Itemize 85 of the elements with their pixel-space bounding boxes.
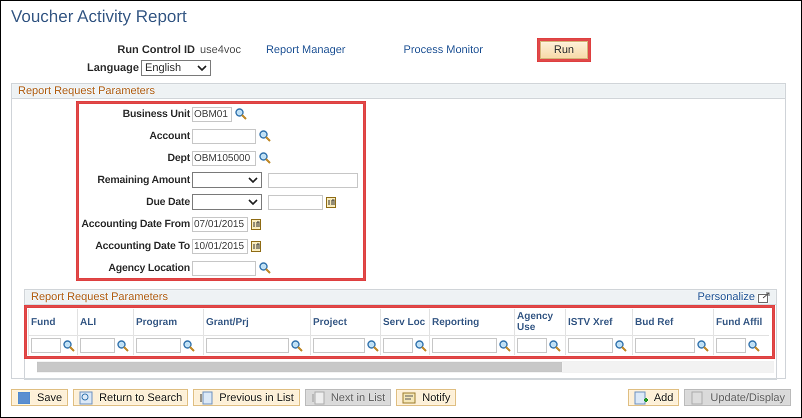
input-field[interactable] <box>383 338 413 353</box>
search-icon[interactable] <box>291 340 303 352</box>
magnifier-page-icon <box>79 390 94 404</box>
column-header: Fund <box>28 309 77 335</box>
caret-icon <box>197 65 207 71</box>
link[interactable]: Report Manager <box>266 44 346 56</box>
personalize-link[interactable]: Personalize <box>698 291 755 303</box>
search-icon[interactable] <box>499 340 511 352</box>
input-field[interactable] <box>517 338 547 353</box>
column-header: Project <box>310 309 380 335</box>
page-arrow-icon <box>199 390 214 404</box>
operator-dropdown[interactable] <box>192 172 262 188</box>
search-icon[interactable] <box>549 340 561 352</box>
input-field[interactable] <box>192 128 256 144</box>
input-field[interactable] <box>635 338 695 353</box>
column-header: Serv Loc <box>380 309 429 335</box>
language-dropdown[interactable]: English <box>141 60 211 76</box>
column-header: Agency Use <box>514 309 565 335</box>
page-icon <box>690 390 704 404</box>
toolbar-button[interactable]: Add <box>628 389 680 406</box>
page-arrow-icon <box>310 390 325 404</box>
new-window-icon[interactable] <box>758 292 770 302</box>
calendar-icon[interactable] <box>251 240 261 252</box>
calendar-icon[interactable] <box>326 196 336 208</box>
column-header: Fund Affil <box>713 309 769 335</box>
field-value: use4voc <box>200 44 241 56</box>
field-label: Agency Location <box>107 262 190 274</box>
search-icon[interactable] <box>615 340 627 352</box>
search-icon[interactable] <box>235 108 247 120</box>
input-field[interactable] <box>716 338 746 353</box>
input-field[interactable] <box>136 338 181 353</box>
search-icon[interactable] <box>697 340 709 352</box>
date-field[interactable] <box>268 194 323 210</box>
field-label: Run Control ID <box>117 44 195 56</box>
field-label: Dept <box>166 152 190 164</box>
input-field[interactable] <box>192 260 256 276</box>
column-header: Bud Ref <box>632 309 713 335</box>
section-title: Report Request Parameters <box>18 85 155 97</box>
run-button[interactable]: Run <box>540 41 588 59</box>
date-field[interactable]: 10/01/2015 <box>192 238 248 254</box>
operator-dropdown[interactable] <box>192 194 262 210</box>
link[interactable]: Process Monitor <box>403 44 483 56</box>
page-title: Voucher Activity Report <box>11 7 188 28</box>
search-icon[interactable] <box>183 340 195 352</box>
column-header: Reporting <box>429 309 514 335</box>
input-field[interactable] <box>568 338 613 353</box>
input-field[interactable] <box>268 172 358 188</box>
input-field[interactable] <box>80 338 115 353</box>
input-field[interactable]: OBM01 <box>192 106 232 122</box>
toolbar-button[interactable]: Notify <box>396 389 456 406</box>
search-icon[interactable] <box>367 340 379 352</box>
field-label: Accounting Date From <box>80 218 190 230</box>
search-icon[interactable] <box>259 262 271 274</box>
field-label: Account <box>148 130 190 142</box>
field-label: Remaining Amount <box>96 174 190 186</box>
input-field[interactable] <box>432 338 497 353</box>
search-icon[interactable] <box>63 340 75 352</box>
field-label: Business Unit <box>122 108 190 120</box>
field-label: Language <box>87 62 139 74</box>
calendar-icon[interactable] <box>251 218 261 230</box>
input-field[interactable] <box>206 338 289 353</box>
search-icon[interactable] <box>259 130 271 142</box>
toolbar-button[interactable]: Return to Search <box>73 389 188 406</box>
note-icon <box>402 390 416 404</box>
search-icon[interactable] <box>259 152 271 164</box>
column-header: ISTV Xref <box>565 309 632 335</box>
caret-icon <box>248 177 258 183</box>
column-header: Grant/Prj <box>203 309 310 335</box>
field-label: Accounting Date To <box>94 240 190 252</box>
search-icon[interactable] <box>117 340 129 352</box>
horizontal-scrollbar[interactable] <box>37 361 774 373</box>
search-icon[interactable] <box>415 340 427 352</box>
caret-icon <box>248 199 258 205</box>
search-icon[interactable] <box>748 340 760 352</box>
input-field[interactable] <box>313 338 365 353</box>
input-field[interactable]: OBM105000 <box>192 150 256 166</box>
grid-title: Report Request Parameters <box>31 291 168 303</box>
column-header: ALI <box>77 309 133 335</box>
date-field[interactable]: 07/01/2015 <box>192 216 248 232</box>
toolbar-button[interactable]: Save <box>11 389 68 406</box>
input-field[interactable] <box>31 338 61 353</box>
toolbar-button[interactable]: Previous in List <box>193 389 300 406</box>
column-header: Program <box>133 309 203 335</box>
field-label: Due Date <box>145 196 190 208</box>
add-page-icon <box>634 390 648 404</box>
